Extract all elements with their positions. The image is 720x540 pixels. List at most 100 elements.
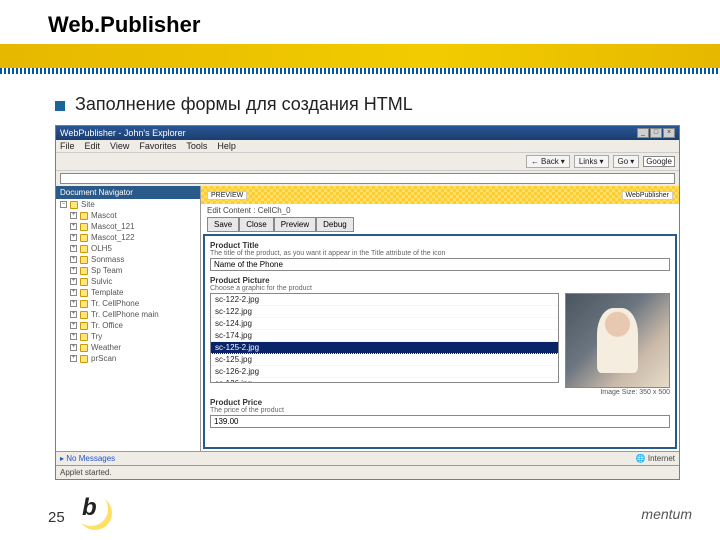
expand-icon[interactable]: + — [70, 300, 77, 307]
window-titlebar: WebPublisher - John's Explorer _ □ × — [56, 126, 679, 140]
sidebar-header: Document Navigator — [56, 186, 200, 199]
tree-root[interactable]: Site — [81, 200, 95, 209]
image-preview — [565, 293, 670, 388]
list-item-selected[interactable]: sc-125-2.jpg — [211, 342, 558, 354]
list-item[interactable]: sc-122-2.jpg — [211, 294, 558, 306]
save-button[interactable]: Save — [207, 217, 239, 232]
decorative-band — [0, 44, 720, 74]
product-price-input[interactable] — [210, 415, 670, 428]
image-size-label: Image Size: 350 x 500 — [565, 389, 670, 396]
content-form: Product Title The title of the product, … — [203, 234, 677, 449]
slide-number: 25 — [48, 509, 65, 526]
list-item[interactable]: sc-126-2.jpg — [211, 366, 558, 378]
close-content-button[interactable]: Close — [239, 217, 273, 232]
folder-icon — [80, 212, 88, 220]
menu-help[interactable]: Help — [217, 141, 236, 151]
expand-icon[interactable]: + — [70, 234, 77, 241]
folder-icon — [80, 234, 88, 242]
tree-item[interactable]: Mascot — [91, 211, 117, 220]
expand-icon[interactable]: + — [70, 256, 77, 263]
preview-button[interactable]: Preview — [274, 217, 316, 232]
product-price-help: The price of the product — [210, 407, 670, 414]
folder-icon — [80, 300, 88, 308]
folder-icon — [80, 267, 88, 275]
list-item[interactable]: sc-125.jpg — [211, 354, 558, 366]
messages-link[interactable]: ▸ No Messages — [60, 454, 115, 463]
tree-item[interactable]: Tr. CellPhone main — [91, 310, 159, 319]
tree-item[interactable]: prScan — [91, 354, 116, 363]
expand-icon[interactable]: + — [70, 333, 77, 340]
preview-tag: PREVIEW — [207, 191, 247, 200]
minimize-button[interactable]: _ — [637, 128, 649, 138]
expand-icon[interactable]: + — [70, 212, 77, 219]
product-price-label: Product Price — [210, 398, 670, 407]
go-button[interactable]: Go ▾ — [613, 155, 640, 168]
tree-item[interactable]: Weather — [91, 343, 121, 352]
tree-item[interactable]: Sp Team — [91, 266, 122, 275]
folder-icon — [80, 278, 88, 286]
debug-button[interactable]: Debug — [316, 217, 354, 232]
folder-icon — [80, 245, 88, 253]
menu-view[interactable]: View — [110, 141, 129, 151]
expand-icon[interactable]: + — [70, 245, 77, 252]
links-button[interactable]: Links ▾ — [574, 155, 609, 168]
expand-icon[interactable]: + — [70, 278, 77, 285]
product-title-help: The title of the product, as you want it… — [210, 250, 670, 257]
menu-favorites[interactable]: Favorites — [139, 141, 176, 151]
folder-icon — [80, 344, 88, 352]
tree-item[interactable]: Tr. Office — [91, 321, 123, 330]
tree-item[interactable]: Mascot_121 — [91, 222, 135, 231]
list-item[interactable]: sc-122.jpg — [211, 306, 558, 318]
bullet-text: Заполнение формы для создания HTML — [75, 94, 413, 115]
menu-edit[interactable]: Edit — [85, 141, 101, 151]
expand-icon[interactable]: + — [70, 311, 77, 318]
menu-file[interactable]: File — [60, 141, 75, 151]
status-bar: ▸ No Messages 🌐 Internet — [56, 451, 679, 465]
expand-icon[interactable]: + — [70, 267, 77, 274]
bullet-icon — [55, 101, 65, 111]
close-button[interactable]: × — [663, 128, 675, 138]
folder-icon — [80, 333, 88, 341]
toolbar: ← Back ▾ Links ▾ Go ▾ Google — [56, 153, 679, 171]
picture-listbox[interactable]: sc-122-2.jpg sc-122.jpg sc-124.jpg sc-17… — [210, 293, 559, 383]
list-item[interactable]: sc-174.jpg — [211, 330, 558, 342]
list-item[interactable]: sc-124.jpg — [211, 318, 558, 330]
menubar: File Edit View Favorites Tools Help — [56, 140, 679, 153]
vendor-fragment: mentum — [641, 506, 692, 522]
brand-tag: WebPublisher — [622, 191, 673, 200]
folder-icon — [70, 201, 78, 209]
expand-icon[interactable]: + — [70, 223, 77, 230]
expand-icon[interactable]: + — [70, 322, 77, 329]
slide-title: Web.Publisher — [48, 12, 720, 38]
expand-icon[interactable]: + — [70, 355, 77, 362]
app-window: WebPublisher - John's Explorer _ □ × Fil… — [55, 125, 680, 480]
status-zone: 🌐 Internet — [636, 454, 675, 463]
tree-item[interactable]: Sonmass — [91, 255, 124, 264]
product-title-label: Product Title — [210, 241, 670, 250]
maximize-button[interactable]: □ — [650, 128, 662, 138]
applet-status: Applet started. — [56, 465, 679, 479]
preview-banner: PREVIEW WebPublisher — [201, 186, 679, 204]
product-title-input[interactable] — [210, 258, 670, 271]
product-picture-help: Choose a graphic for the product — [210, 285, 670, 292]
tree-item[interactable]: Mascot_122 — [91, 233, 135, 242]
expand-icon[interactable]: − — [60, 201, 67, 208]
expand-icon[interactable]: + — [70, 344, 77, 351]
tree-item[interactable]: OLH5 — [91, 244, 112, 253]
expand-icon[interactable]: + — [70, 289, 77, 296]
folder-icon — [80, 355, 88, 363]
menu-tools[interactable]: Tools — [186, 141, 207, 151]
search-box[interactable]: Google — [643, 156, 675, 167]
folder-icon — [80, 223, 88, 231]
tree-item[interactable]: Try — [91, 332, 102, 341]
folder-icon — [80, 289, 88, 297]
product-picture-label: Product Picture — [210, 276, 670, 285]
list-item[interactable]: sc-126.jpg — [211, 378, 558, 383]
applet-label: Applet started. — [60, 468, 112, 477]
tree-item[interactable]: Tr. CellPhone — [91, 299, 139, 308]
tree-item[interactable]: Template — [91, 288, 123, 297]
tree-item[interactable]: Sulvic — [91, 277, 112, 286]
address-bar[interactable] — [60, 173, 675, 184]
back-button[interactable]: ← Back ▾ — [526, 155, 570, 168]
folder-icon — [80, 322, 88, 330]
